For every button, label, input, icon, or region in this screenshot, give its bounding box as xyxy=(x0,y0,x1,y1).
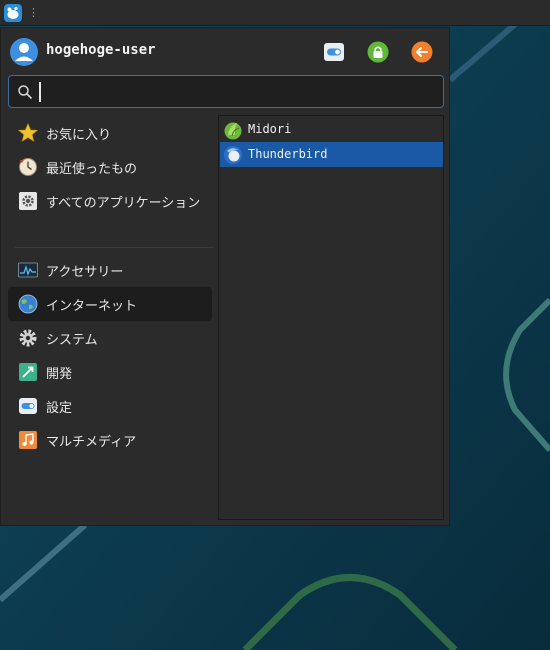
text-caret xyxy=(39,82,41,102)
category-development[interactable]: 開発 xyxy=(8,355,212,389)
app-item-midori[interactable]: Midori xyxy=(220,117,443,142)
logout-button[interactable] xyxy=(411,41,433,63)
panel-handle-icon[interactable]: ⋮ xyxy=(28,7,39,19)
application-list: Midori Thunderbird xyxy=(218,115,444,520)
category-label: インターネット xyxy=(46,299,138,314)
settings-toggle-icon xyxy=(324,43,344,61)
category-label: マルチメディア xyxy=(46,435,137,450)
settings-button[interactable] xyxy=(323,41,345,63)
user-avatar-icon[interactable] xyxy=(9,37,39,67)
category-label: すべてのアプリケーション xyxy=(46,196,201,211)
whisker-menu-button[interactable] xyxy=(3,3,23,23)
logout-arrow-icon xyxy=(411,41,433,63)
category-all-applications[interactable]: すべてのアプリケーション xyxy=(8,184,212,218)
category-label: アクセサリー xyxy=(46,265,124,280)
app-label: Thunderbird xyxy=(248,147,328,161)
category-recent[interactable]: 最近使ったもの xyxy=(8,150,212,184)
thunderbird-icon xyxy=(224,146,242,164)
search-input[interactable] xyxy=(39,81,435,103)
category-accessories[interactable]: アクセサリー xyxy=(8,253,212,287)
category-separator xyxy=(15,247,213,248)
search-icon xyxy=(18,85,33,100)
category-favorites[interactable]: お気に入り xyxy=(8,116,212,150)
settings-toggle-icon xyxy=(19,398,37,414)
search-box[interactable] xyxy=(8,75,444,108)
development-icon xyxy=(19,363,37,381)
category-internet[interactable]: インターネット xyxy=(8,287,212,321)
username-label: hogehoge-user xyxy=(46,42,156,58)
category-settings[interactable]: 設定 xyxy=(8,389,212,423)
midori-icon xyxy=(224,122,242,140)
recent-clock-icon xyxy=(19,158,37,176)
lock-icon xyxy=(367,41,389,63)
category-label: 最近使ったもの xyxy=(46,162,138,177)
category-label: 設定 xyxy=(46,401,73,416)
category-label: お気に入り xyxy=(46,128,112,143)
category-label: 開発 xyxy=(46,367,73,382)
top-panel: ⋮ xyxy=(0,0,550,26)
gear-icon xyxy=(19,329,37,347)
category-list: お気に入り 最近使ったもの すべてのアプリケーション アクセサリー インターネッ… xyxy=(7,116,213,526)
accessories-icon xyxy=(18,262,38,278)
all-apps-icon xyxy=(19,192,37,210)
category-system[interactable]: システム xyxy=(8,321,212,355)
app-item-thunderbird[interactable]: Thunderbird xyxy=(220,142,443,167)
category-label: システム xyxy=(46,333,98,348)
app-label: Midori xyxy=(248,122,292,136)
star-icon xyxy=(18,123,38,142)
globe-icon xyxy=(18,294,38,314)
xfce-mouse-icon xyxy=(4,4,22,22)
menu-header: hogehoge-user xyxy=(1,28,451,76)
music-note-icon xyxy=(19,431,37,449)
category-multimedia[interactable]: マルチメディア xyxy=(8,423,212,457)
application-menu: hogehoge-user お気に入り 最近使ったもの すべてのアプリケーション… xyxy=(0,27,450,526)
lock-screen-button[interactable] xyxy=(367,41,389,63)
